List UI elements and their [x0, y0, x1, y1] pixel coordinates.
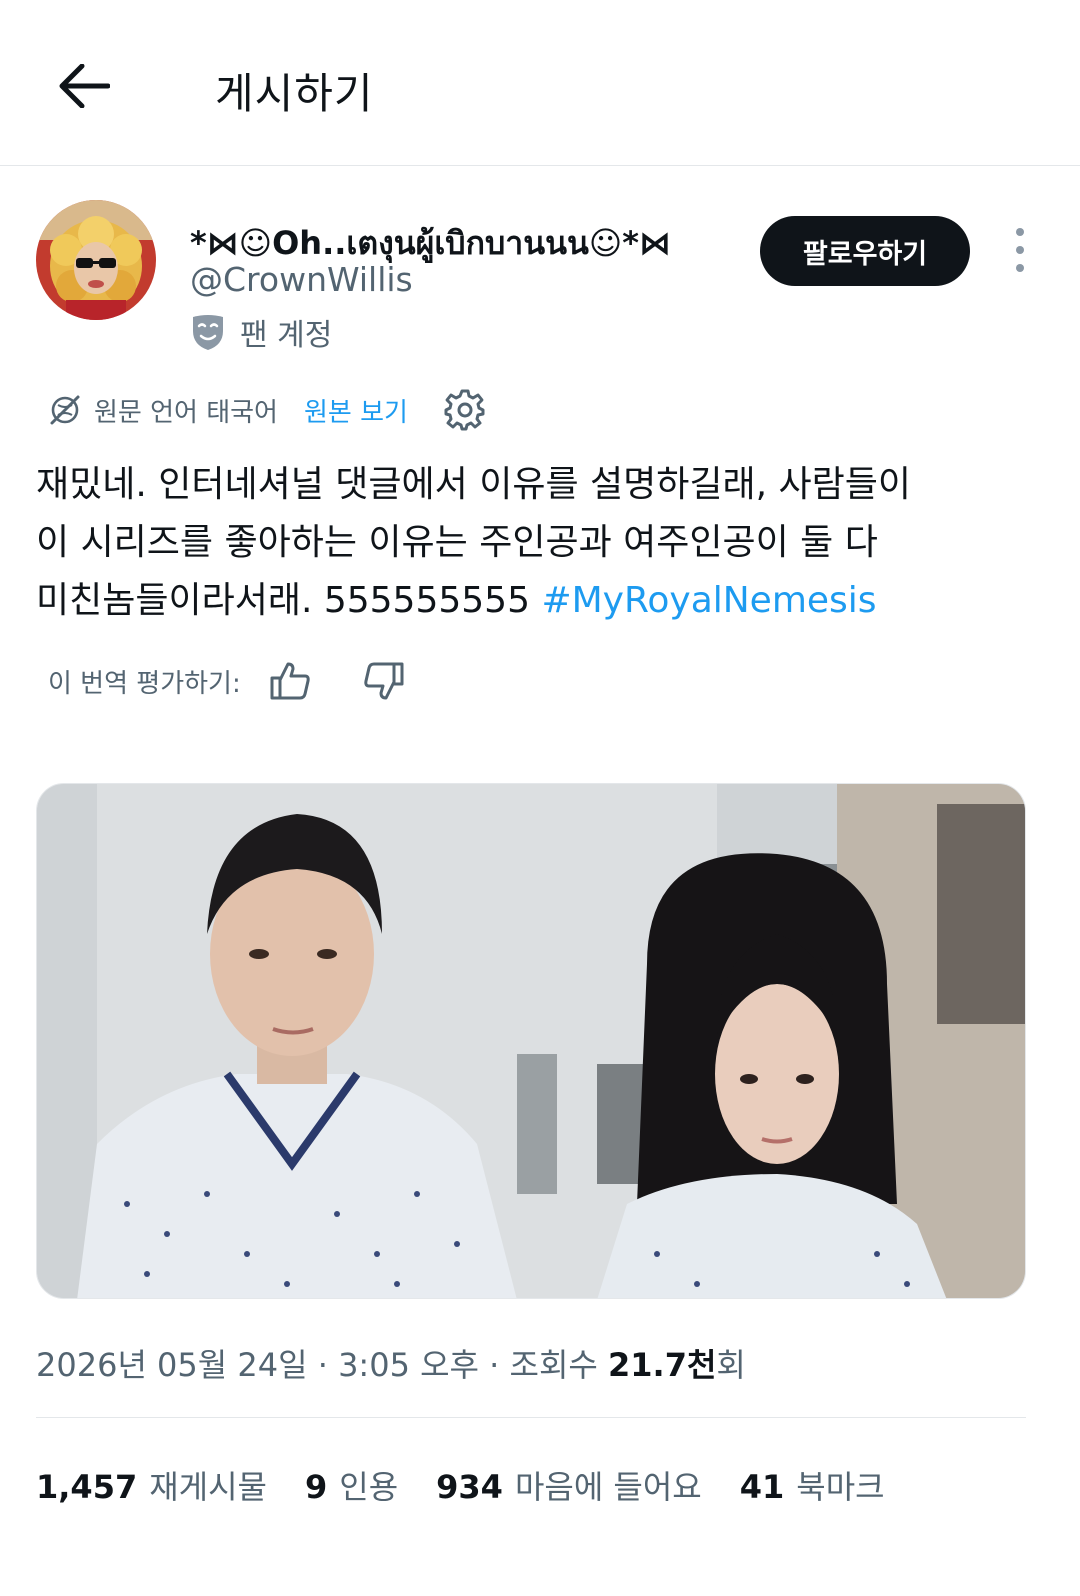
- meta-separator: ·: [478, 1346, 510, 1384]
- post-time: 3:05 오후: [338, 1346, 479, 1384]
- top-bar: 게시하기: [0, 0, 1080, 166]
- tweet-line: 재밌네. 인터네셔널 댓글에서 이유를 설명하길래, 사람들이: [36, 464, 911, 505]
- page-title: 게시하기: [215, 69, 374, 118]
- account-badge: 팬 계정: [190, 310, 332, 354]
- avatar-image: [36, 200, 156, 320]
- tweet-line: 이 시리즈를 좋아하는 이유는 주인공과 여주인공이 둘 다: [36, 522, 878, 563]
- reposts-stat[interactable]: 1,457 재게시물: [36, 1462, 267, 1508]
- media-still-image: [37, 784, 1025, 1298]
- more-vertical-icon: [1016, 228, 1024, 236]
- thumbs-down-button[interactable]: [363, 661, 405, 701]
- quotes-label: 인용: [339, 1468, 399, 1506]
- quotes-stat[interactable]: 9 인용: [305, 1462, 398, 1508]
- tweet-line-text: 미친놈들이라서래. 555555555: [36, 580, 542, 621]
- tweet-text: 재밌네. 인터네셔널 댓글에서 이유를 설명하길래, 사람들이 이 시리즈를 좋…: [36, 456, 1036, 630]
- views-label: 조회수: [509, 1346, 608, 1384]
- back-button[interactable]: [54, 56, 114, 116]
- tweet-meta: 2026년 05월 24일 · 3:05 오후 · 조회수 21.7천회: [36, 1340, 746, 1386]
- likes-label: 마음에 들어요: [514, 1468, 702, 1506]
- bookmarks-label: 북마크: [796, 1468, 885, 1506]
- badge-label: 팬 계정: [240, 318, 333, 353]
- meta-separator: ·: [307, 1346, 339, 1384]
- tweet-media-image[interactable]: [36, 783, 1026, 1299]
- bookmarks-stat[interactable]: 41 북마크: [740, 1462, 885, 1508]
- views-suffix: 회: [716, 1346, 746, 1384]
- arrow-left-icon: [59, 64, 110, 108]
- divider: [36, 1417, 1026, 1418]
- rate-translation-label: 이 번역 평가하기:: [48, 668, 241, 699]
- thumbs-up-icon: [270, 662, 310, 700]
- more-options-button[interactable]: [1000, 228, 1040, 272]
- bookmarks-count: 41: [739, 1468, 785, 1506]
- follow-button[interactable]: 팔로우하기: [760, 216, 970, 286]
- likes-count: 934: [436, 1468, 503, 1506]
- show-original-link[interactable]: 원본 보기: [304, 392, 408, 429]
- translation-settings-button[interactable]: [444, 389, 486, 431]
- post-date: 2026년 05월 24일: [36, 1346, 308, 1384]
- avatar[interactable]: [36, 200, 156, 320]
- engagement-stats: 1,457 재게시물 9 인용 934 마음에 들어요 41 북마크: [36, 1462, 923, 1508]
- quotes-count: 9: [304, 1468, 328, 1506]
- gear-icon: [444, 389, 485, 431]
- user-handle[interactable]: @CrownWillis: [190, 260, 413, 299]
- translation-info: 원문 언어 태국어 원본 보기: [48, 388, 486, 432]
- thumbs-down-icon: [364, 662, 404, 700]
- reposts-count: 1,457: [36, 1468, 138, 1506]
- likes-stat[interactable]: 934 마음에 들어요: [436, 1462, 702, 1508]
- mask-icon: [193, 315, 223, 350]
- tweet-line: 미친놈들이라서래. 555555555 #MyRoyalNemesis: [36, 572, 1036, 630]
- reposts-label: 재게시물: [149, 1468, 267, 1506]
- hashtag-link[interactable]: #MyRoyalNemesis: [541, 580, 876, 621]
- globe-slash-icon: [50, 395, 80, 425]
- thumbs-up-button[interactable]: [269, 661, 311, 701]
- rate-translation: 이 번역 평가하기:: [48, 656, 405, 706]
- source-language-label: 원문 언어 태국어: [94, 397, 278, 428]
- views-count[interactable]: 21.7천: [608, 1346, 716, 1384]
